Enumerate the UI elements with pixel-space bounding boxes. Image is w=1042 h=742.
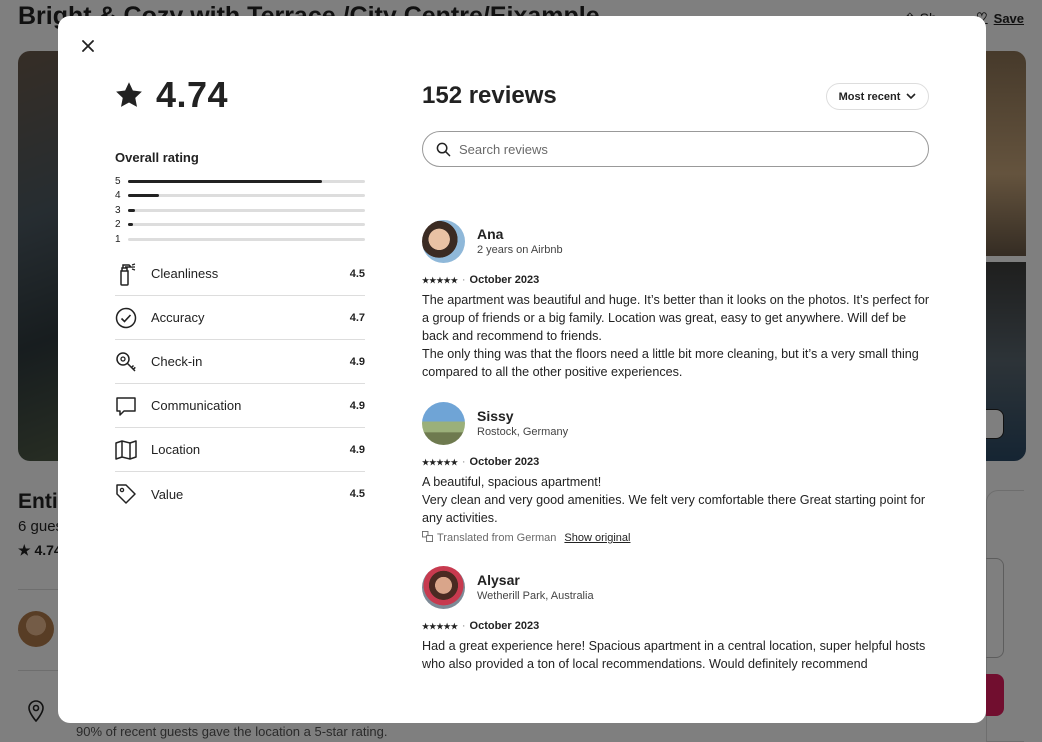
- rating-bar-row: 5: [115, 174, 365, 189]
- review-meta: ★★★★★ · October 2023: [422, 619, 932, 633]
- reviewer-subtitle: Wetherill Park, Australia: [477, 589, 594, 602]
- rating-bar-row: 4: [115, 189, 365, 204]
- star-icon: [116, 82, 142, 107]
- category-rating-row: Accuracy 4.7: [115, 296, 365, 340]
- review-stars: ★★★★★: [422, 457, 458, 467]
- review-date: October 2023: [469, 456, 540, 468]
- reviews-count-title: 152 reviews: [422, 82, 557, 109]
- separator-dot: ·: [461, 456, 466, 468]
- separator-dot: ·: [461, 620, 466, 632]
- avatar[interactable]: [422, 219, 465, 263]
- spray-bottle-icon: [115, 262, 151, 286]
- rating-bar-label: 1: [115, 233, 121, 245]
- review-paragraph: Had a great experience here! Spacious ap…: [422, 639, 926, 671]
- review-item: Sissy Rostock, Germany ★★★★★ · October 2023 A…: [422, 401, 932, 545]
- rating-bar-track: [128, 179, 365, 183]
- review-meta: ★★★★★ · October 2023: [422, 273, 932, 287]
- category-name: Accuracy: [151, 310, 205, 325]
- category-name: Cleanliness: [151, 266, 219, 281]
- review-item: Alysar Wetherill Park, Australia ★★★★★ · Oct…: [422, 565, 932, 673]
- message-bubble-icon: [115, 395, 151, 417]
- rating-bar-fill: [128, 223, 133, 227]
- translated-from-label: Translated from German: [437, 532, 557, 544]
- chevron-down-icon: [906, 93, 916, 100]
- show-original-link[interactable]: Show original: [564, 532, 630, 544]
- rating-bar-row: 3: [115, 203, 365, 218]
- tag-icon: [115, 483, 151, 505]
- avatar[interactable]: [422, 565, 465, 609]
- review-text: A beautiful, spacious apartment! Very cle…: [422, 473, 932, 527]
- category-name: Location: [151, 442, 201, 457]
- review-paragraph: The apartment was beautiful and huge. It…: [422, 293, 930, 343]
- rating-bar-row: 2: [115, 218, 365, 233]
- category-rating-row: Value 4.5: [115, 472, 365, 516]
- review-meta: ★★★★★ · October 2023: [422, 455, 932, 469]
- rating-bar-fill: [128, 208, 136, 212]
- close-icon: [82, 40, 94, 52]
- category-name: Communication: [151, 398, 242, 413]
- category-name: Value: [151, 486, 184, 502]
- review-text: The apartment was beautiful and huge. It…: [422, 291, 932, 381]
- reviewer-name: Alysar: [477, 571, 520, 588]
- rating-bar-track: [128, 223, 365, 227]
- close-button[interactable]: [76, 34, 100, 58]
- sort-dropdown[interactable]: Most recent: [826, 83, 929, 110]
- category-value: 4.9: [349, 355, 365, 368]
- avatar[interactable]: [422, 401, 465, 445]
- overall-rating-summary: 4.74: [114, 74, 228, 116]
- category-rating-row: Cleanliness 4.5: [115, 252, 365, 296]
- rating-bar-track: [128, 194, 365, 198]
- category-value: 4.9: [349, 399, 365, 412]
- review-header: Alysar Wetherill Park, Australia: [422, 565, 932, 609]
- review-paragraph: The only thing was that the floors need …: [422, 347, 919, 379]
- category-rating-row: Communication 4.9: [115, 384, 365, 428]
- search-reviews-input[interactable]: [459, 141, 928, 157]
- review-header: Sissy Rostock, Germany: [422, 401, 932, 445]
- rating-bar-track: [128, 208, 365, 212]
- reviewer-name: Ana: [477, 225, 504, 242]
- category-name: Check-in: [151, 354, 203, 369]
- rating-bar-label: 5: [115, 175, 121, 187]
- overall-rating-value: 4.74: [156, 74, 229, 115]
- rating-bar-track: [128, 237, 365, 241]
- rating-bar-label: 2: [115, 219, 121, 231]
- category-value: 4.5: [349, 267, 365, 280]
- search-icon: [436, 142, 451, 156]
- rating-bar-fill: [128, 194, 159, 198]
- review-header: Ana 2 years on Airbnb: [422, 219, 932, 263]
- separator-dot: ·: [461, 274, 466, 286]
- review-stars: ★★★★★: [422, 275, 458, 285]
- reviews-modal: 4.74 Overall rating 5 4 3 2 1 Cleanliness 4.5…: [58, 16, 986, 723]
- reviewer-subtitle: 2 years on Airbnb: [477, 243, 563, 256]
- check-circle-icon: [115, 307, 151, 329]
- review-date: October 2023: [469, 620, 540, 632]
- translation-note: Translated from German Show original: [422, 531, 932, 545]
- category-value: 4.5: [349, 488, 365, 500]
- reviews-list: Ana 2 years on Airbnb ★★★★★ · October 2023 Th…: [422, 219, 932, 693]
- rating-bar-row: 1: [115, 232, 365, 247]
- category-rating-row: Check-in 4.9: [115, 340, 365, 384]
- review-date: October 2023: [469, 274, 540, 286]
- overall-rating-title: Overall rating: [115, 150, 199, 165]
- sort-label: Most recent: [838, 90, 901, 103]
- rating-bar-fill: [128, 179, 323, 183]
- rating-bar-label: 4: [115, 190, 121, 202]
- rating-bar-label: 3: [115, 204, 121, 216]
- rating-distribution: 5 4 3 2 1: [115, 174, 365, 247]
- search-reviews-field[interactable]: [422, 131, 929, 167]
- review-text: Had a great experience here! Spacious ap…: [422, 637, 932, 673]
- review-item: Ana 2 years on Airbnb ★★★★★ · October 2023 Th…: [422, 219, 932, 381]
- translate-icon: [422, 531, 433, 545]
- category-rating-row: Location 4.9: [115, 428, 365, 472]
- category-ratings: Cleanliness 4.5 Accuracy 4.7 Check-in 4.9 Comm…: [115, 252, 365, 516]
- map-icon: [115, 439, 151, 460]
- review-paragraph: A beautiful, spacious apartment!: [422, 475, 602, 489]
- reviewer-subtitle: Rostock, Germany: [477, 425, 569, 438]
- category-value: 4.7: [349, 311, 365, 324]
- key-icon: [115, 351, 151, 373]
- review-paragraph: Very clean and very good amenities. We f…: [422, 493, 926, 525]
- category-value: 4.9: [349, 443, 365, 456]
- review-stars: ★★★★★: [422, 621, 458, 631]
- reviewer-name: Sissy: [477, 407, 514, 424]
